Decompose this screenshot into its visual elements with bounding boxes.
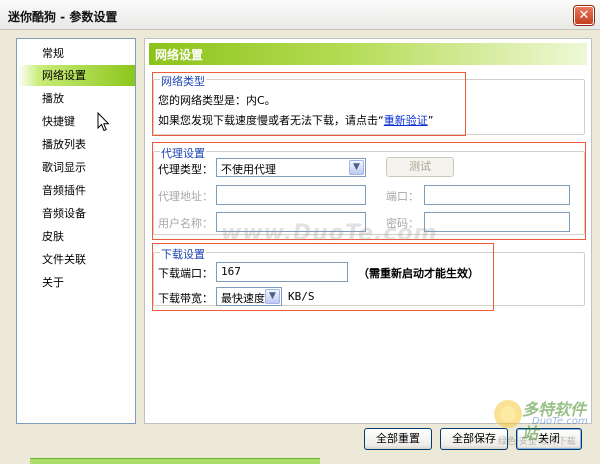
title-bar: 迷你酷狗 - 参数设置 ✕ xyxy=(0,0,600,30)
watermark-text: www.DuoTe.com xyxy=(221,221,438,246)
duote-logo: 多特软件站 DuoTe.com 绿色·安全·软件下载 xyxy=(488,392,596,452)
sidebar-item-file-association[interactable]: 文件关联 xyxy=(18,249,135,270)
reverify-link[interactable]: 重新验证 xyxy=(384,114,428,127)
download-group: 下载设置 下载端口： 167 （需重新启动才能生效） 下载带宽： 最快速度 ▼ … xyxy=(153,246,585,306)
sidebar-item-audio-devices[interactable]: 音频设备 xyxy=(18,203,135,224)
download-bandwidth-label: 下载带宽： xyxy=(158,292,213,305)
proxy-address-input[interactable] xyxy=(216,185,366,205)
download-bandwidth-unit: KB/S xyxy=(288,290,315,303)
download-bandwidth-value: 最快速度 xyxy=(221,292,265,305)
sidebar-item-playlist[interactable]: 播放列表 xyxy=(18,134,135,155)
sidebar-item-lyrics[interactable]: 歌词显示 xyxy=(18,157,135,178)
logo-subtext: DuoTe.com xyxy=(532,416,588,427)
proxy-port-input[interactable] xyxy=(424,185,570,205)
chevron-down-icon[interactable]: ▼ xyxy=(349,160,364,175)
hint-suffix: ” xyxy=(427,114,434,127)
network-settings-panel: 网络设置 网络类型 您的网络类型是：内C。 如果您发现下载速度慢或者无法下载，请… xyxy=(144,38,592,424)
window-title: 迷你酷狗 - 参数设置 xyxy=(8,10,118,24)
download-bandwidth-select[interactable]: 最快速度 ▼ xyxy=(216,287,282,306)
panel-title: 网络设置 xyxy=(155,48,204,62)
sidebar-item-hotkeys[interactable]: 快捷键 xyxy=(18,111,135,132)
download-port-note: （需重新启动才能生效） xyxy=(358,267,479,280)
proxy-test-button[interactable]: 测试 xyxy=(386,157,454,177)
proxy-port-label: 端口： xyxy=(386,190,419,203)
mouse-pointer-icon xyxy=(97,112,110,132)
logo-tagline: 绿色·安全·软件下载 xyxy=(498,437,576,447)
close-icon[interactable]: ✕ xyxy=(573,5,595,26)
chevron-down-icon[interactable]: ▼ xyxy=(265,289,280,304)
download-title: 下载设置 xyxy=(160,246,206,262)
sidebar-item-network[interactable]: 网络设置 xyxy=(18,65,135,86)
proxy-type-value: 不使用代理 xyxy=(221,163,276,176)
reset-all-button[interactable]: 全部重置 xyxy=(364,428,432,450)
sidebar-item-playback[interactable]: 播放 xyxy=(18,88,135,109)
settings-sidebar: 常规 网络设置 播放 快捷键 播放列表 歌词显示 音频插件 音频设备 皮肤 文件… xyxy=(16,38,136,424)
network-type-status: 您的网络类型是：内C。 xyxy=(158,94,276,107)
sidebar-item-skins[interactable]: 皮肤 xyxy=(18,226,135,247)
proxy-type-label: 代理类型： xyxy=(158,163,213,176)
network-type-group: 网络类型 您的网络类型是：内C。 如果您发现下载速度慢或者无法下载，请点击“重新… xyxy=(153,73,585,135)
network-type-hint: 如果您发现下载速度慢或者无法下载，请点击“重新验证” xyxy=(158,112,433,128)
proxy-password-input[interactable] xyxy=(424,212,570,232)
sidebar-item-audio-plugins[interactable]: 音频插件 xyxy=(18,180,135,201)
proxy-type-select[interactable]: 不使用代理 ▼ xyxy=(216,158,366,177)
sidebar-item-general[interactable]: 常规 xyxy=(18,43,135,64)
download-port-label: 下载端口： xyxy=(158,267,213,280)
network-type-title: 网络类型 xyxy=(160,73,206,89)
download-port-input[interactable]: 167 xyxy=(216,262,348,282)
panel-header: 网络设置 xyxy=(149,43,587,65)
download-port-value: 167 xyxy=(221,265,241,278)
proxy-title: 代理设置 xyxy=(160,145,206,161)
proxy-username-label: 用户名称： xyxy=(158,217,213,230)
hint-prefix: 如果您发现下载速度慢或者无法下载，请点击“ xyxy=(158,114,384,127)
bottom-strip xyxy=(0,458,600,464)
sidebar-item-about[interactable]: 关于 xyxy=(18,272,135,293)
proxy-address-label: 代理地址： xyxy=(158,190,213,203)
